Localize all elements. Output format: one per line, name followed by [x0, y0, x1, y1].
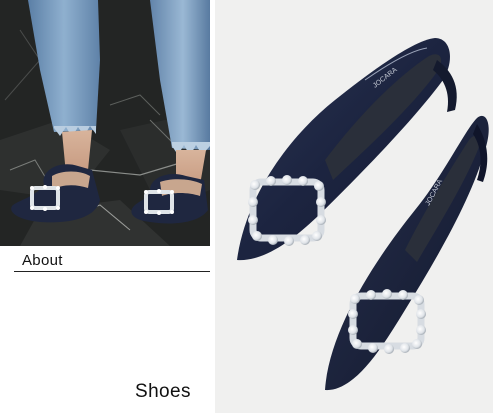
shoes-link[interactable]: Shoes [135, 381, 191, 403]
about-link[interactable]: About [22, 252, 63, 269]
about-divider [14, 271, 210, 272]
street-photo[interactable] [0, 0, 210, 246]
product-photo-illustration: JOCARA JOCARA [215, 0, 493, 413]
street-photo-illustration [0, 0, 210, 246]
product-photo[interactable]: JOCARA JOCARA [215, 0, 493, 413]
page: About Shoes JOCARA JOCARA [0, 0, 493, 413]
